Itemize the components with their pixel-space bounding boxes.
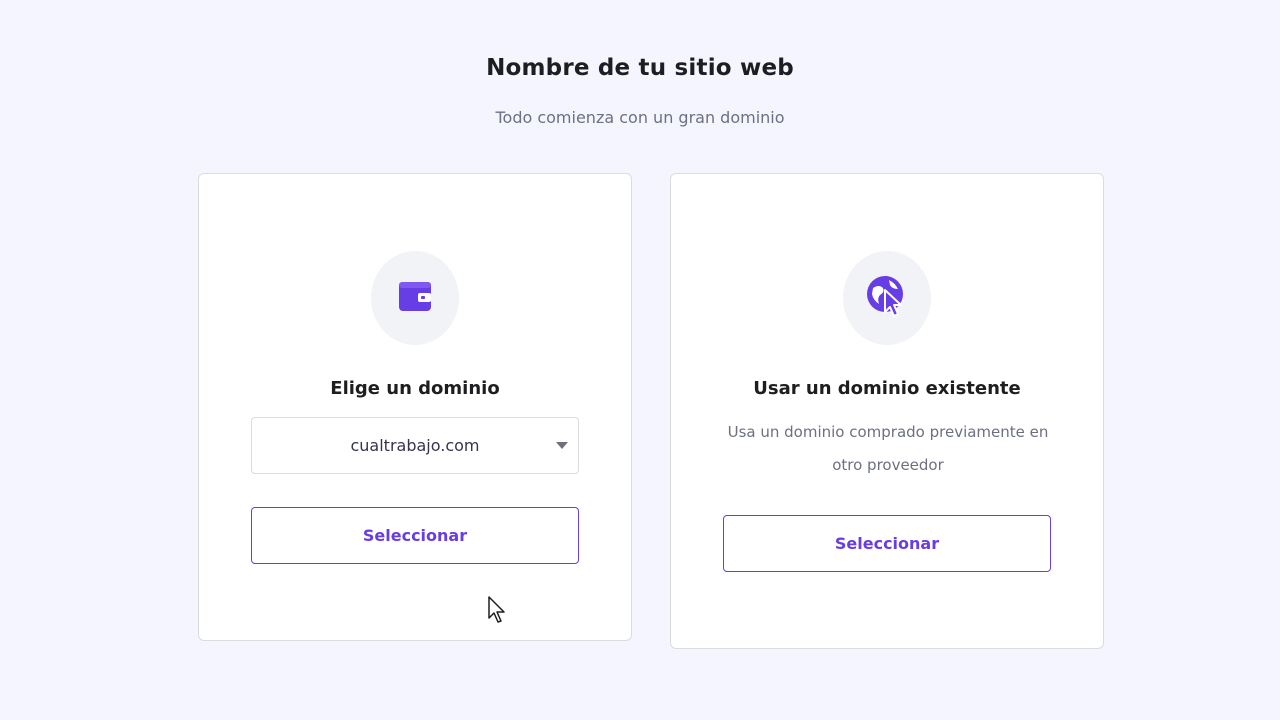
existing-domain-heading: Usar un dominio existente xyxy=(753,378,1021,399)
domain-selection-page: Nombre de tu sitio web Todo comienza con… xyxy=(0,0,1280,720)
globe-icon-badge xyxy=(843,251,931,345)
page-subtitle: Todo comienza con un gran dominio xyxy=(495,108,785,127)
choose-domain-card: Elige un dominio cualtrabajo.com Selecci… xyxy=(198,173,632,641)
wallet-icon xyxy=(398,279,432,317)
domain-select-value: cualtrabajo.com xyxy=(350,436,480,455)
use-existing-domain-button[interactable]: Seleccionar xyxy=(723,515,1051,572)
caret-down-icon xyxy=(556,442,568,449)
select-domain-button[interactable]: Seleccionar xyxy=(251,507,579,564)
page-title: Nombre de tu sitio web xyxy=(486,55,794,81)
wallet-icon-badge xyxy=(371,251,459,345)
mouse-cursor-icon xyxy=(487,595,507,629)
existing-domain-description: Usa un dominio comprado previamente en o… xyxy=(727,423,1049,474)
domain-select[interactable]: cualtrabajo.com xyxy=(251,417,579,474)
choose-domain-heading: Elige un dominio xyxy=(330,378,500,399)
existing-domain-card: Usar un dominio existente Usa un dominio… xyxy=(670,173,1104,649)
globe-cursor-icon xyxy=(865,274,909,322)
